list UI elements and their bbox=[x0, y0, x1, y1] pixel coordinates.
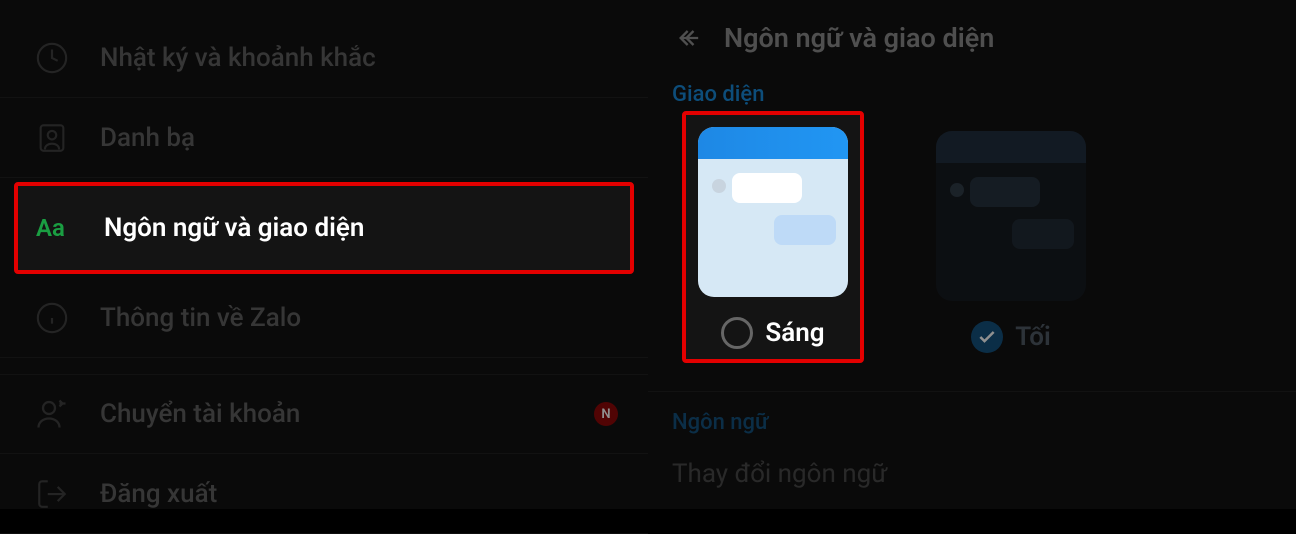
section-label-language: Ngôn ngữ bbox=[648, 391, 1296, 453]
menu-item-contacts[interactable]: Danh bạ bbox=[0, 98, 648, 178]
menu-item-language-interface[interactable]: Aa Ngôn ngữ và giao diện bbox=[14, 182, 634, 274]
switch-account-icon bbox=[30, 392, 74, 436]
menu-label: Đăng xuất bbox=[100, 479, 217, 509]
theme-name-light: Sáng bbox=[765, 318, 824, 348]
panel-header: Ngôn ngữ và giao diện bbox=[648, 0, 1296, 72]
theme-preview-dark bbox=[936, 131, 1086, 301]
menu-label: Chuyển tài khoản bbox=[100, 399, 300, 429]
aa-icon: Aa bbox=[34, 206, 78, 250]
menu-label: Thông tin về Zalo bbox=[100, 303, 301, 333]
settings-menu-panel: Nhật ký và khoảnh khắc Danh bạ Aa Ngôn n… bbox=[0, 0, 648, 509]
clock-icon bbox=[30, 36, 74, 80]
theme-option-light[interactable]: Sáng bbox=[682, 111, 864, 363]
theme-option-dark[interactable]: Tối bbox=[936, 131, 1086, 363]
theme-options-row: Sáng Tối bbox=[648, 125, 1296, 363]
menu-label: Ngôn ngữ và giao diện bbox=[104, 213, 364, 243]
radio-unchecked-icon bbox=[721, 317, 753, 349]
change-language-item[interactable]: Thay đổi ngôn ngữ bbox=[648, 453, 1296, 495]
language-interface-panel: Ngôn ngữ và giao diện Giao diện Sáng bbox=[648, 0, 1296, 509]
back-button[interactable] bbox=[672, 20, 708, 56]
menu-label: Danh bạ bbox=[100, 123, 195, 153]
panel-title: Ngôn ngữ và giao diện bbox=[724, 22, 994, 54]
radio-checked-icon bbox=[971, 321, 1003, 353]
theme-preview-light bbox=[698, 127, 848, 297]
menu-label: Nhật ký và khoảnh khắc bbox=[100, 43, 376, 73]
info-icon bbox=[30, 296, 74, 340]
theme-name-dark: Tối bbox=[1015, 322, 1050, 352]
menu-item-about[interactable]: Thông tin về Zalo bbox=[0, 278, 648, 358]
menu-item-diary[interactable]: Nhật ký và khoảnh khắc bbox=[0, 18, 648, 98]
svg-text:Aa: Aa bbox=[36, 214, 65, 242]
menu-item-switch-account[interactable]: Chuyển tài khoản N bbox=[0, 374, 648, 454]
menu-item-logout[interactable]: Đăng xuất bbox=[0, 454, 648, 534]
contact-icon bbox=[30, 116, 74, 160]
new-badge: N bbox=[594, 402, 618, 426]
